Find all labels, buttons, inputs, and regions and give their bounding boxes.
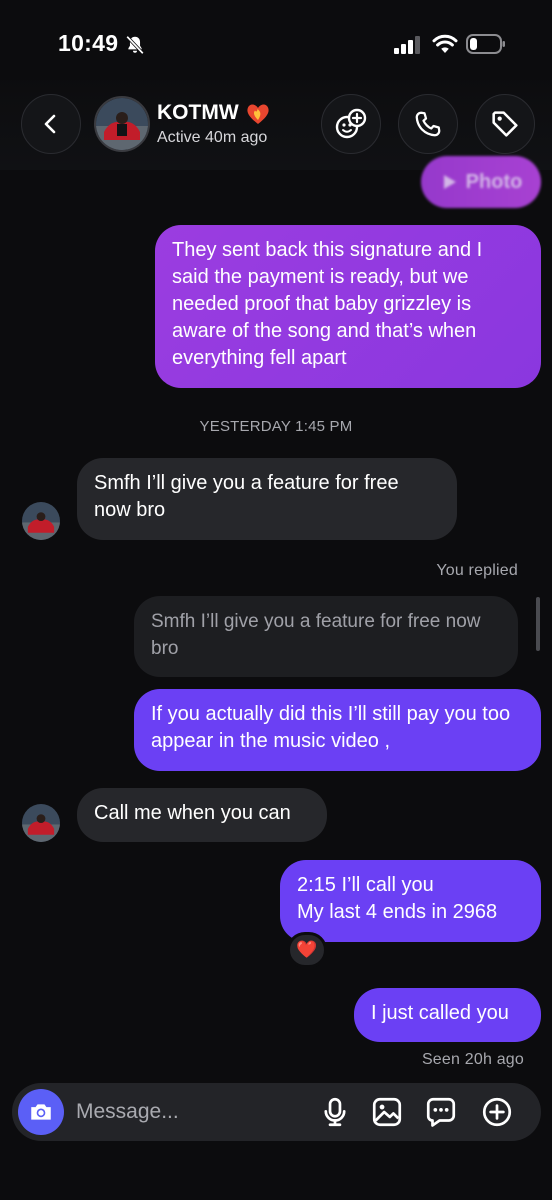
add-people-icon [335, 108, 367, 139]
chat-header [0, 70, 552, 170]
sticker-icon[interactable] [424, 1095, 458, 1129]
sender-avatar[interactable] [22, 804, 60, 842]
play-icon [443, 175, 456, 189]
quoted-message[interactable]: Smfh I’ll give you a feature for free no… [134, 596, 518, 677]
message-bubble-incoming[interactable]: Call me when you can [77, 788, 327, 842]
reply-label: You replied [436, 562, 518, 579]
avatar-image [22, 502, 60, 540]
gallery-icon[interactable] [370, 1095, 404, 1129]
phone-icon [415, 111, 441, 137]
message-bubble-outgoing[interactable]: I just called you [354, 988, 541, 1042]
contact-status: Active 40m ago [157, 129, 268, 146]
message-bubble-outgoing[interactable]: 2:15 I’ll call you My last 4 ends in 296… [280, 860, 541, 942]
wifi-icon [432, 34, 458, 53]
timestamp-divider: YESTERDAY 1:45 PM [199, 418, 353, 435]
seen-receipt: Seen 20h ago [421, 1051, 524, 1068]
heart-reaction[interactable]: ❤️ [287, 932, 327, 968]
plus-icon[interactable] [480, 1095, 514, 1129]
battery-icon [466, 34, 505, 54]
message-input[interactable] [76, 1096, 296, 1128]
photo-message[interactable]: Photo [421, 156, 541, 208]
back-chevron-icon [44, 114, 56, 134]
bell-slash-icon [126, 35, 144, 55]
photo-label: Photo [465, 170, 523, 193]
camera-button[interactable] [18, 1089, 64, 1135]
message-bubble-outgoing[interactable]: They sent back this signature and I said… [155, 225, 541, 388]
tag-icon [492, 111, 518, 137]
back-button[interactable] [21, 94, 81, 154]
sender-avatar[interactable] [22, 502, 60, 540]
call-button[interactable] [398, 94, 458, 154]
status-time: 10:49 [58, 30, 119, 56]
camera-icon [31, 1104, 51, 1120]
heart-fire-icon [247, 104, 269, 124]
add-people-button[interactable] [321, 94, 381, 154]
avatar-image [96, 98, 148, 150]
scrollbar[interactable] [536, 597, 540, 651]
contact-avatar[interactable] [94, 96, 150, 152]
contact-name[interactable]: KOTMW [157, 101, 239, 125]
tag-button[interactable] [475, 94, 535, 154]
signal-icon [394, 36, 420, 54]
avatar-image [22, 804, 60, 842]
message-bubble-outgoing[interactable]: If you actually did this I’ll still pay … [134, 689, 541, 771]
message-bubble-incoming[interactable]: Smfh I’ll give you a feature for free no… [77, 458, 457, 540]
microphone-icon[interactable] [318, 1095, 352, 1129]
